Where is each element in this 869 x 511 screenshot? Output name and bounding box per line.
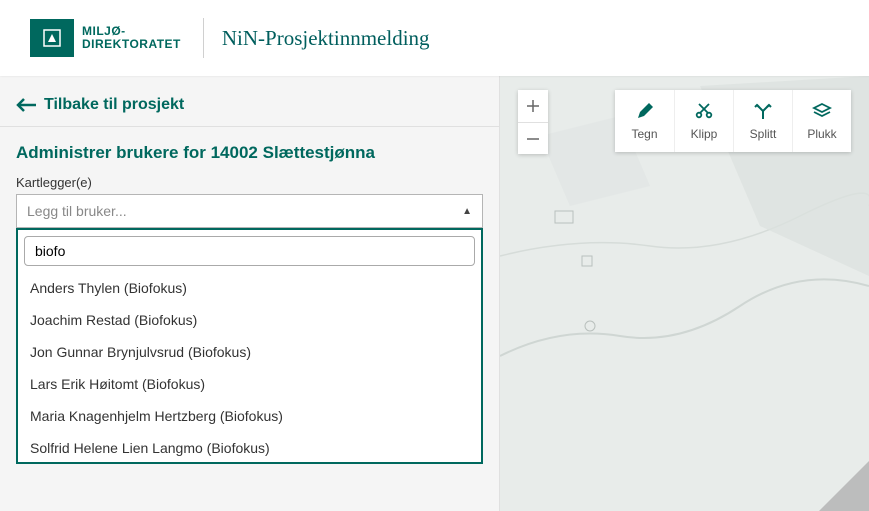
combobox-option[interactable]: Jon Gunnar Brynjulvsrud (Biofokus) (18, 336, 481, 368)
left-panel: Tilbake til prosjekt Administrer brukere… (0, 76, 500, 511)
combobox-option[interactable]: Anders Thylen (Biofokus) (18, 272, 481, 304)
layers-icon (812, 101, 832, 121)
zoom-control (518, 90, 548, 154)
back-link-label: Tilbake til prosjekt (44, 96, 184, 114)
tool-label: Splitt (750, 127, 777, 141)
tool-splitt[interactable]: Splitt (733, 90, 792, 152)
combobox-option-list[interactable]: Anders Thylen (Biofokus) Joachim Restad … (18, 272, 481, 462)
logo-badge-icon (30, 19, 74, 57)
combobox-placeholder: Legg til bruker... (27, 203, 127, 219)
combobox-dropdown: Anders Thylen (Biofokus) Joachim Restad … (16, 228, 483, 464)
tool-label: Tegn (631, 127, 657, 141)
combobox-option[interactable]: Lars Erik Høitomt (Biofokus) (18, 368, 481, 400)
tool-label: Klipp (691, 127, 718, 141)
tool-label: Plukk (807, 127, 836, 141)
plus-icon (526, 99, 540, 113)
field-label-kartlegger: Kartlegger(e) (16, 175, 483, 190)
split-icon (753, 101, 773, 121)
logo-text: MILJØ- DIREKTORATET (82, 25, 181, 51)
zoom-out-button[interactable] (518, 122, 548, 154)
app-title: NiN-Prosjektinnmelding (222, 26, 430, 51)
arrow-left-icon (16, 98, 38, 112)
tool-tegn[interactable]: Tegn (615, 90, 674, 152)
combobox-head[interactable]: Legg til bruker... ▲ (16, 194, 483, 228)
zoom-in-button[interactable] (518, 90, 548, 122)
chevron-up-icon: ▲ (462, 206, 472, 217)
header-divider (203, 18, 204, 58)
brand-logo: MILJØ- DIREKTORATET (30, 19, 181, 57)
map-toolbox: Tegn Klipp Splitt (615, 90, 851, 152)
pen-icon (635, 101, 655, 121)
combobox-option[interactable]: Solfrid Helene Lien Langmo (Biofokus) (18, 432, 481, 462)
tool-klipp[interactable]: Klipp (674, 90, 733, 152)
combobox-option[interactable]: Joachim Restad (Biofokus) (18, 304, 481, 336)
scissors-icon (694, 101, 714, 121)
tool-plukk[interactable]: Plukk (792, 90, 851, 152)
user-combobox[interactable]: Legg til bruker... ▲ Anders Thylen (Biof… (16, 194, 483, 228)
header: MILJØ- DIREKTORATET NiN-Prosjektinnmeldi… (0, 0, 869, 76)
back-to-project-link[interactable]: Tilbake til prosjekt (0, 76, 499, 126)
minus-icon (526, 132, 540, 146)
map-corner-decoration (819, 461, 869, 511)
combobox-option[interactable]: Maria Knagenhjelm Hertzberg (Biofokus) (18, 400, 481, 432)
combobox-search-input[interactable] (24, 236, 475, 266)
panel-title: Administrer brukere for 14002 Slættestjø… (16, 143, 483, 163)
map-panel[interactable]: Tegn Klipp Splitt (500, 76, 869, 511)
